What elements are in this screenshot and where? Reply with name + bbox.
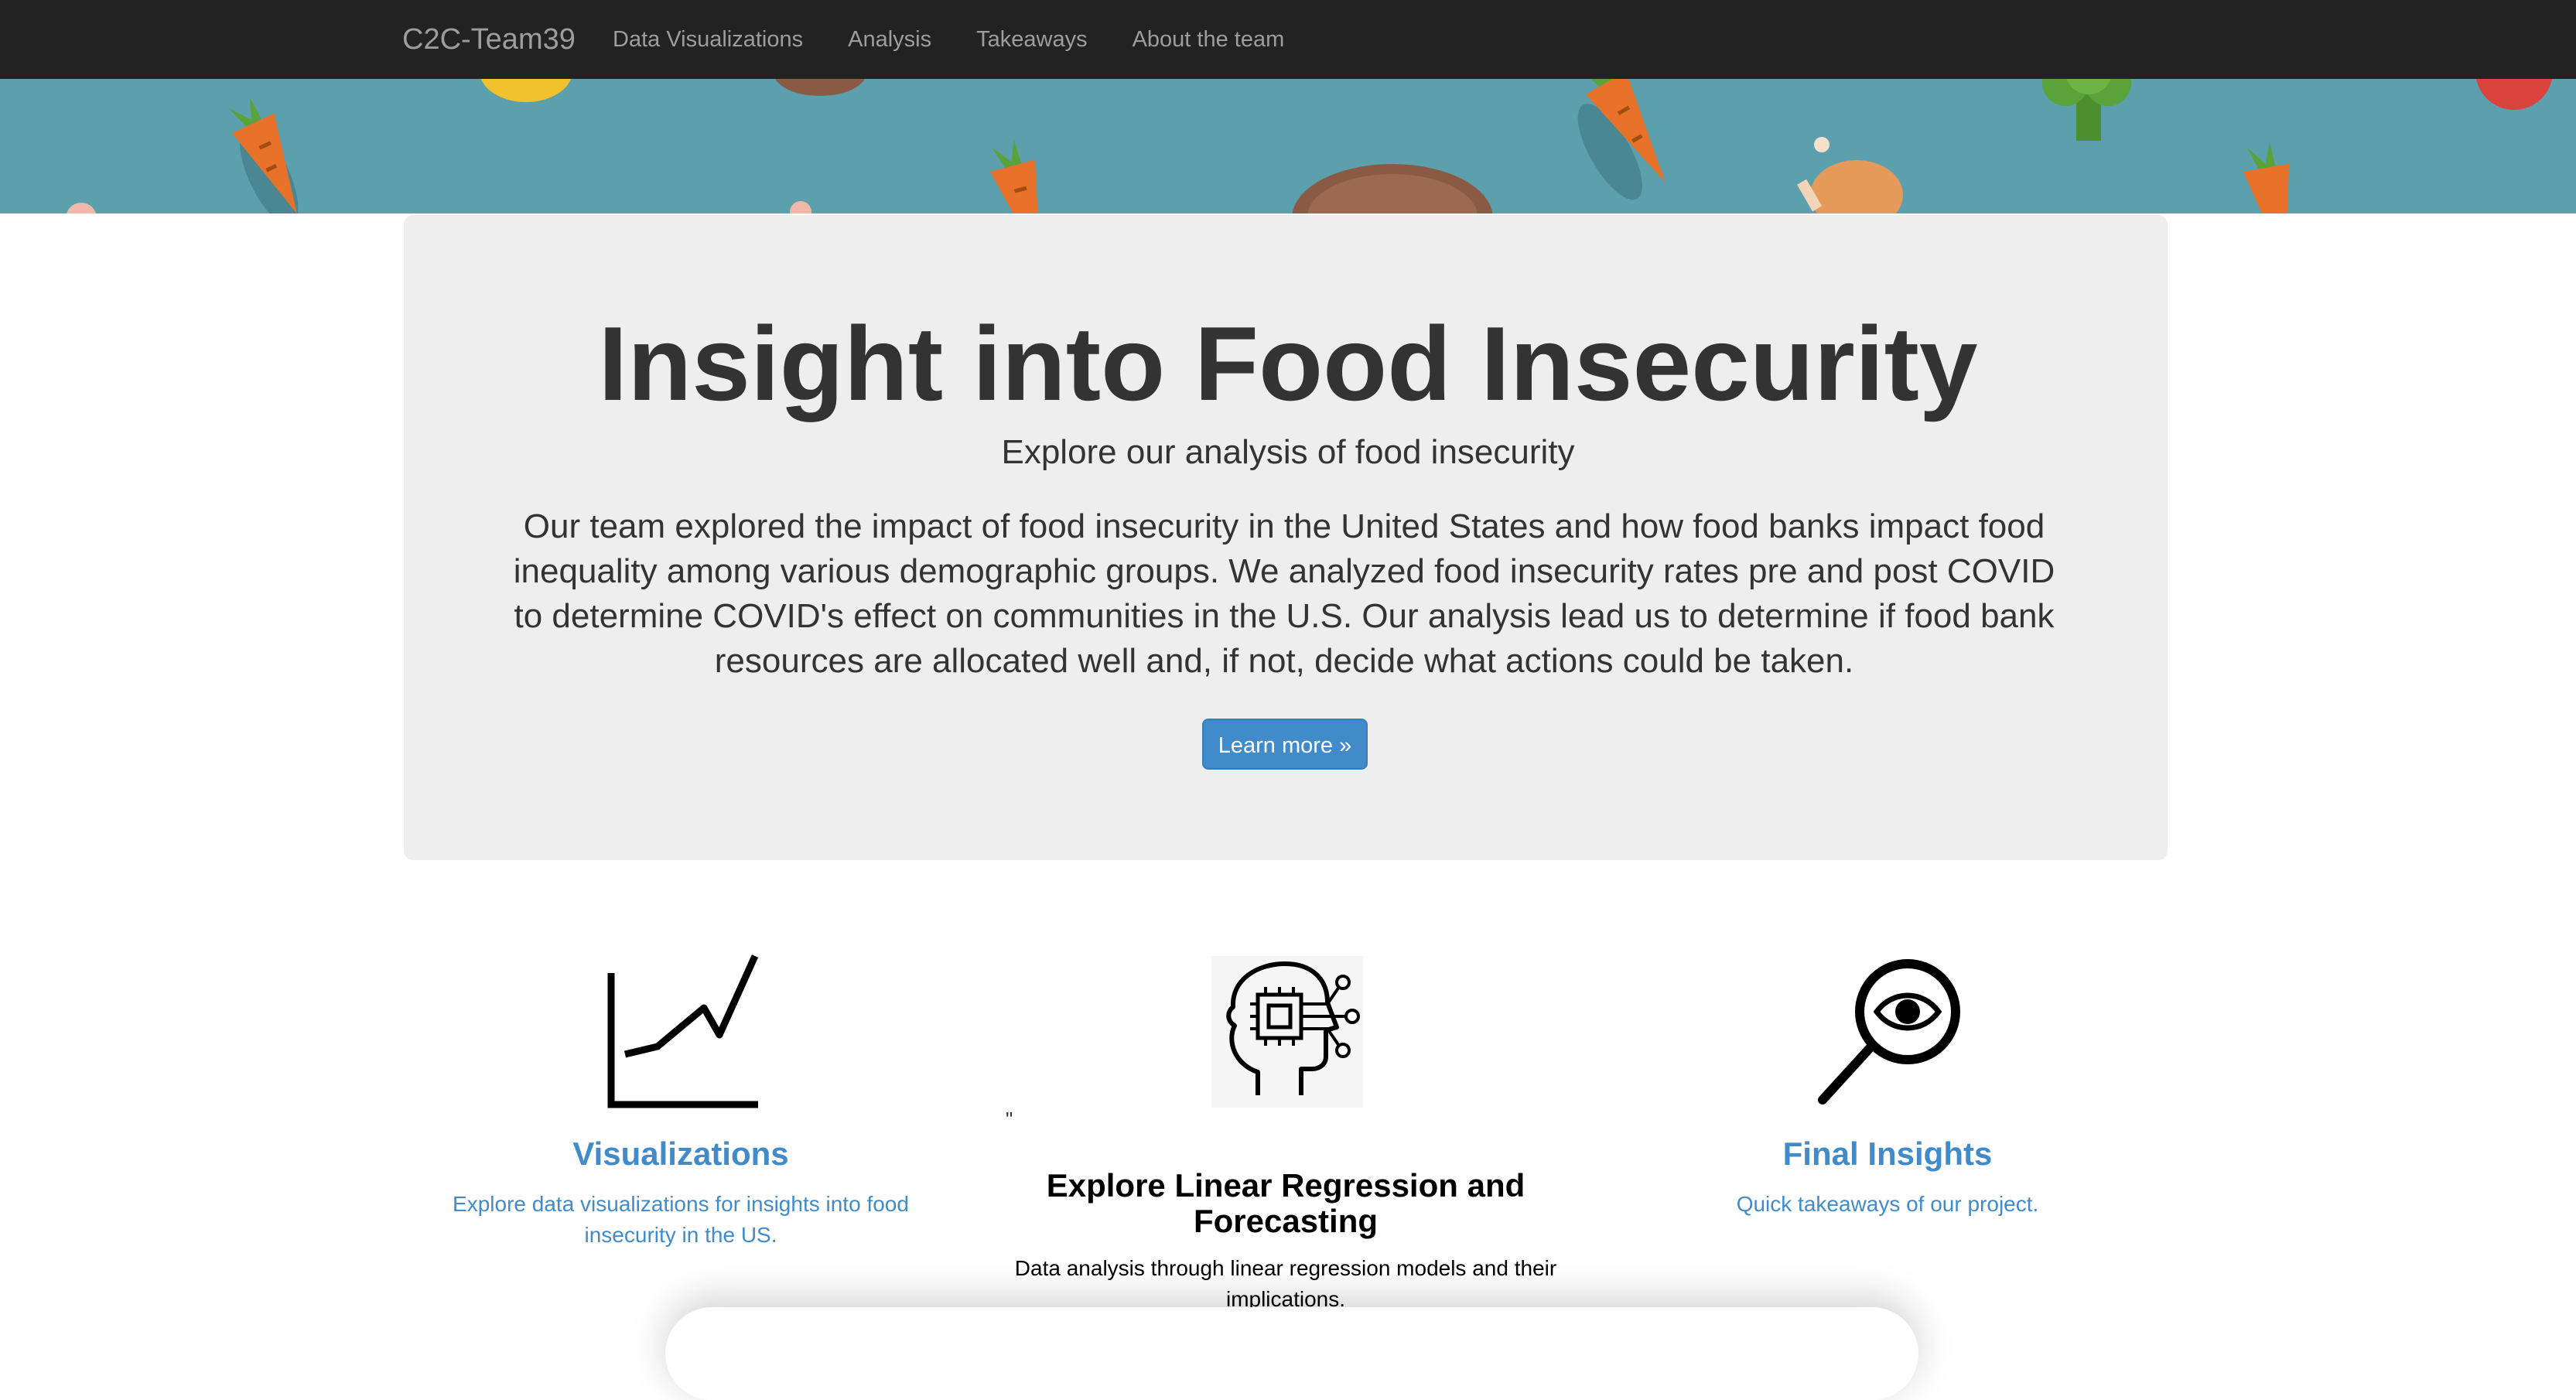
magnifier-eye-icon[interactable] xyxy=(1815,956,1970,1111)
ai-head-icon[interactable] xyxy=(1211,956,1363,1108)
linear-regression-title: Explore Linear Regression and Forecastin… xyxy=(1046,1167,1525,1239)
nav-link-takeaways[interactable]: Takeaways xyxy=(976,0,1087,79)
vegetable-pattern-illustration xyxy=(66,79,2552,213)
learn-more-button[interactable]: Learn more » xyxy=(1202,719,1368,770)
visualizations-description[interactable]: Explore data visualizations for insights… xyxy=(433,1189,928,1251)
intro-paragraph: Our team explored the impact of food ins… xyxy=(513,507,2055,680)
hero-banner-image xyxy=(0,79,2576,213)
final-insights-title[interactable]: Final Insights xyxy=(1609,1135,2166,1173)
visualizations-title[interactable]: Visualizations xyxy=(402,1135,959,1173)
bottom-floating-bar xyxy=(665,1307,1918,1400)
navbar-brand[interactable]: C2C-Team39 xyxy=(402,0,576,79)
nav-links: Data Visualizations Analysis Takeaways A… xyxy=(613,0,1329,79)
stray-quote-text: " xyxy=(1006,1108,1013,1131)
page-title: Insight into Food Insecurity xyxy=(598,305,1978,422)
page-subtitle: Explore our analysis of food insecurity xyxy=(1001,433,1575,471)
top-navbar: C2C-Team39 Data Visualizations Analysis … xyxy=(0,0,2576,79)
final-insights-description[interactable]: Quick takeaways of our project. xyxy=(1609,1189,2166,1220)
nav-link-analysis[interactable]: Analysis xyxy=(848,0,931,79)
linear-regression-description: Data analysis through linear regression … xyxy=(1014,1256,1557,1311)
nav-link-data-visualizations[interactable]: Data Visualizations xyxy=(613,0,803,79)
nav-link-about-the-team[interactable]: About the team xyxy=(1133,0,1285,79)
line-chart-icon[interactable] xyxy=(603,950,766,1112)
